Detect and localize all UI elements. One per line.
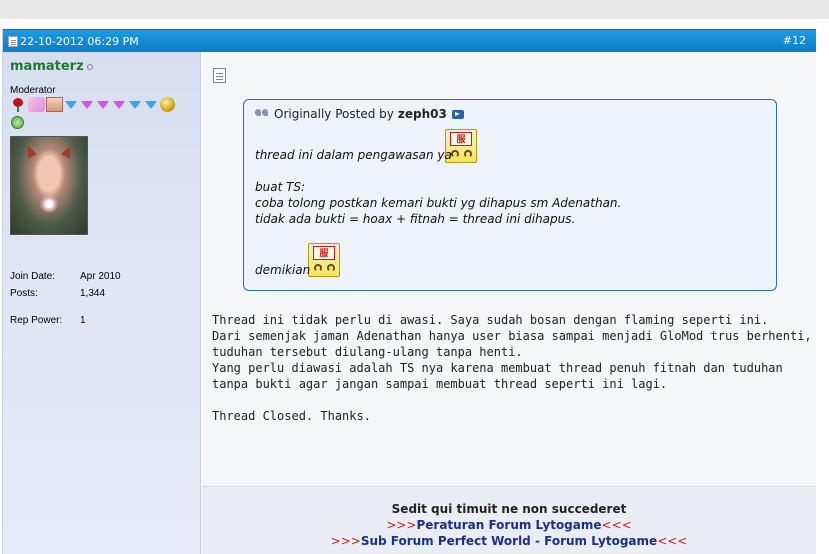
rep-power-row: Rep Power: 1 [10, 315, 86, 326]
posts-row: Posts: 1,344 [10, 288, 105, 299]
signature-link-row: >>>Sub Forum Perfect World - Forum Lytog… [330, 534, 688, 548]
rep-power-value: 1 [80, 315, 86, 326]
signature-quote: Sedit qui timuit ne non succederet [391, 502, 627, 516]
blue-gem-icon [128, 98, 143, 111]
purple-gem-icon [80, 98, 95, 111]
view-post-icon[interactable] [451, 109, 464, 119]
signature: Sedit qui timuit ne non succederet >>>Pe… [202, 501, 816, 549]
document-icon [8, 36, 18, 47]
username-link[interactable]: mamaterz [10, 59, 93, 74]
message-line: Yang perlu diawasi adalah TS nya karena … [212, 361, 783, 375]
offline-status-icon [86, 63, 93, 70]
quote-line: buat TS: [255, 180, 306, 194]
quote-line: thread ini dalam pengawasan ya [255, 148, 452, 162]
post-content: Originally Posted by zeph03 服 thread ini… [202, 52, 816, 554]
username-text: mamaterz [10, 59, 84, 74]
quote-author: zeph03 [397, 107, 447, 121]
posts-label: Posts: [10, 288, 38, 299]
rose-icon [10, 97, 27, 112]
purple-gem-icon [96, 98, 111, 111]
message-body: Thread ini tidak perlu di awasi. Saya su… [212, 312, 812, 424]
post-date: 22-10-2012 06:29 PM [8, 35, 139, 48]
post-date-text: 22-10-2012 06:29 PM [20, 35, 139, 48]
message-line: Thread Closed. Thanks. [212, 409, 371, 423]
message-line: tuduhan tersebut diulang-ulang tanpa hen… [212, 345, 523, 359]
join-date-label: Join Date: [10, 271, 56, 282]
rank-icons [10, 97, 175, 112]
join-date-value: Apr 2010 [80, 271, 121, 282]
quote-icon [255, 109, 269, 119]
message-line: Dari semenjak jaman Adenathan hanya user… [212, 329, 812, 343]
quote-line: tidak ada bukti = hoax + fitnah = thread… [255, 212, 576, 226]
user-info-pane: mamaterz Moderator Join Date: Apr 2010 P… [3, 52, 201, 554]
blue-gem-icon [144, 98, 159, 111]
post-header: 22-10-2012 06:29 PM #12 [3, 29, 816, 52]
top-band [0, 0, 829, 19]
join-date-row: Join Date: Apr 2010 [10, 271, 121, 282]
swan-icon [28, 97, 45, 112]
posts-value: 1,344 [80, 288, 106, 299]
quote-box: Originally Posted by zeph03 服 thread ini… [243, 99, 777, 291]
signature-link-row: >>>Peraturan Forum Lytogame<<< [386, 518, 632, 532]
purple-gem-icon [112, 98, 127, 111]
subforum-link[interactable]: Sub Forum Perfect World - Forum Lytogame [361, 534, 657, 548]
smiley-icon: 服 [308, 243, 340, 277]
green-badge-icon [11, 116, 24, 129]
user-title: Moderator [10, 85, 56, 96]
quote-line: demikian [255, 263, 311, 277]
top-gap [0, 19, 829, 29]
post-number-link[interactable]: #12 [783, 34, 806, 47]
message-line: tanpa bukti agar jangan sampai membuat t… [212, 377, 668, 391]
avatar[interactable] [10, 136, 88, 235]
forum-post: 22-10-2012 06:29 PM #12 mamaterz Moderat… [2, 29, 816, 554]
face-icon [46, 97, 63, 112]
quote-line: coba tolong postkan kemari bukti yg diha… [255, 196, 622, 210]
blue-gem-icon [64, 98, 79, 111]
gold-coin-icon [160, 97, 175, 112]
quote-prefix: Originally Posted by [274, 107, 394, 121]
rep-power-label: Rep Power: [10, 315, 63, 326]
message-line: Thread ini tidak perlu di awasi. Saya su… [212, 313, 769, 327]
post-icon [213, 68, 226, 83]
quote-header: Originally Posted by zeph03 [255, 107, 464, 121]
rules-link[interactable]: Peraturan Forum Lytogame [416, 518, 601, 532]
